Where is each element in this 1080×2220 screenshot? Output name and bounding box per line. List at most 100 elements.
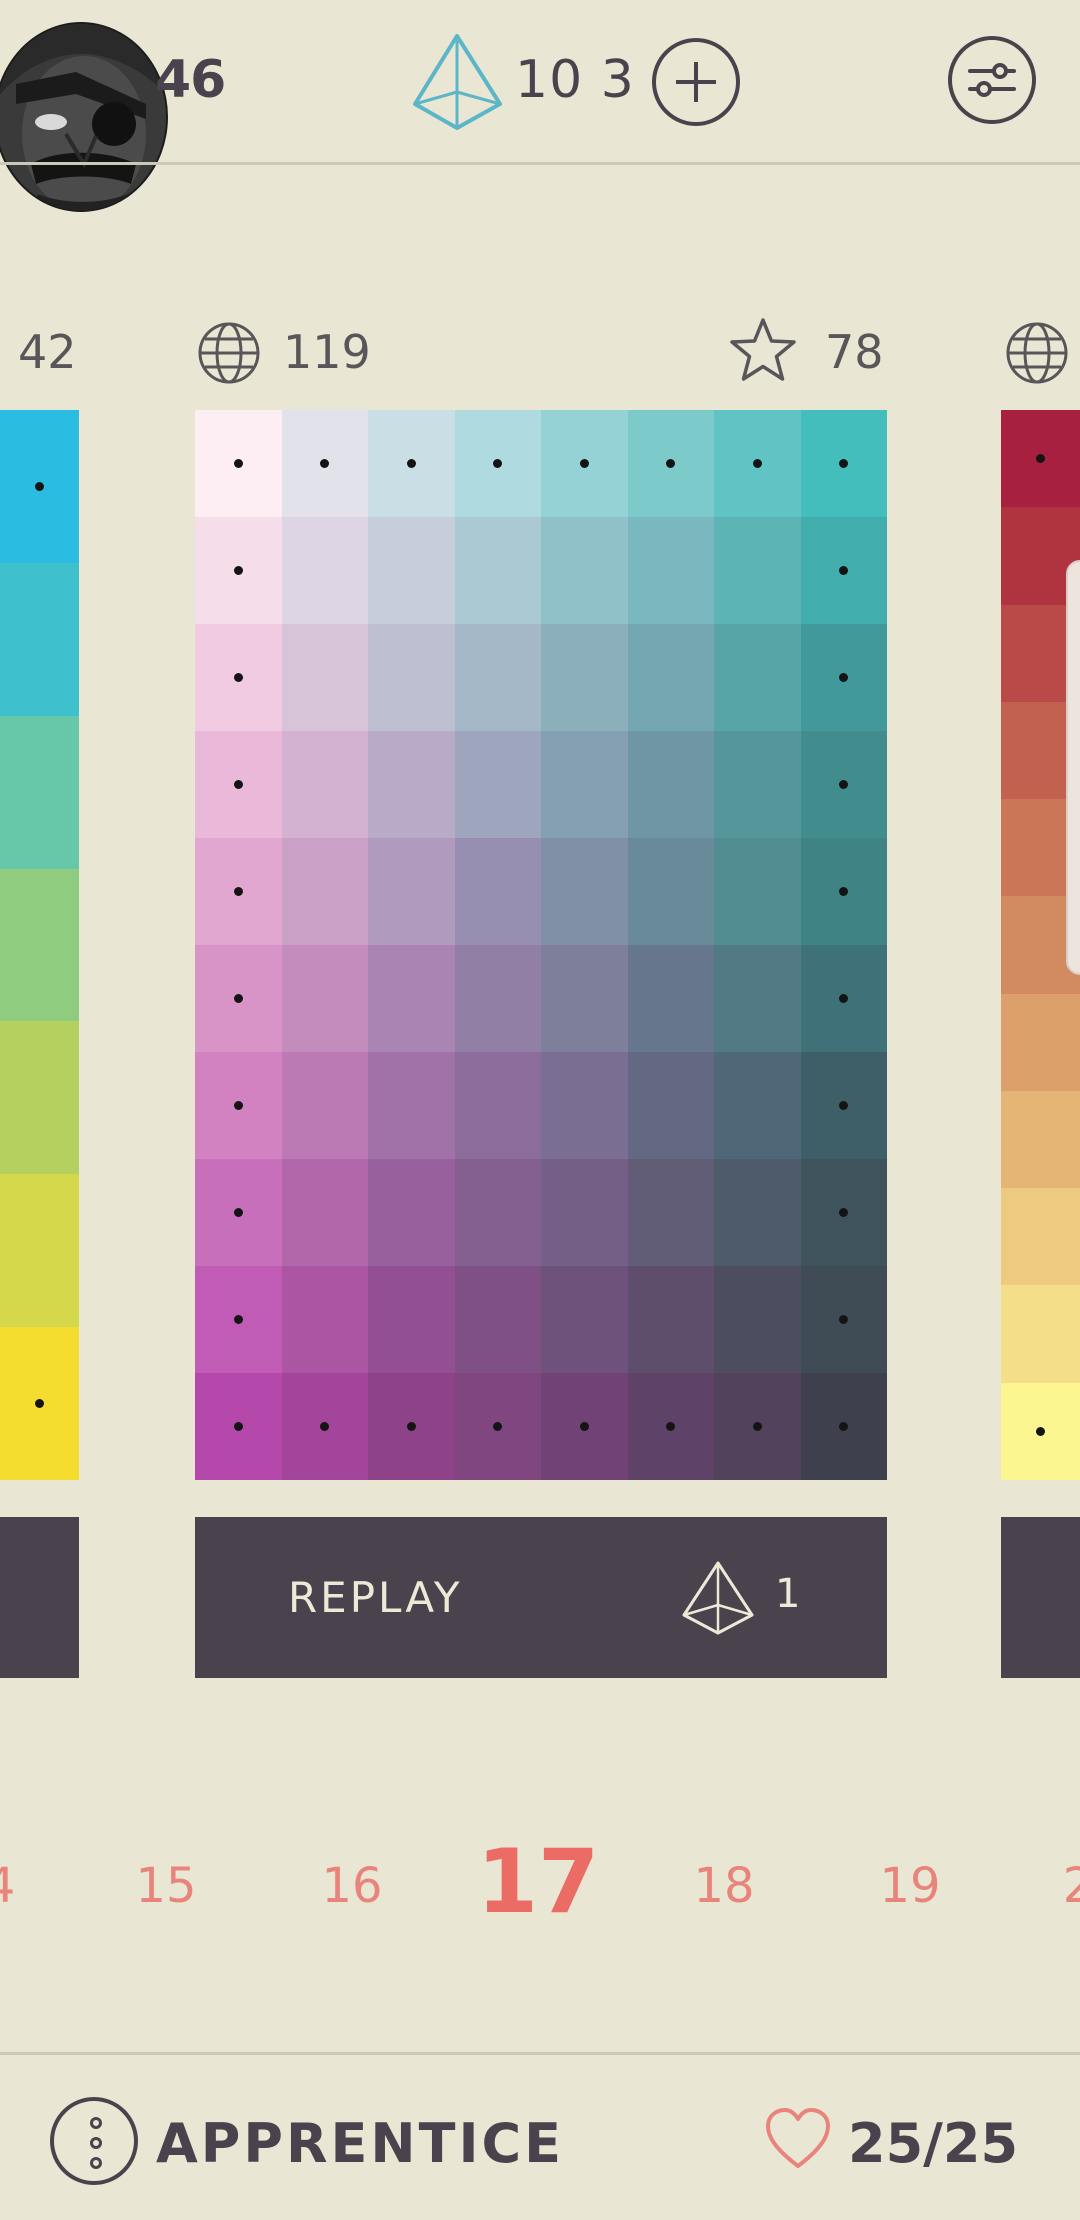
level-picker[interactable]: 4 15 16 17 18 19 2 [0, 1830, 1080, 1940]
grid-tile[interactable] [800, 1266, 887, 1373]
side-panel-handle[interactable] [1066, 560, 1080, 975]
grid-tile[interactable] [368, 1266, 455, 1373]
grid-tile[interactable] [800, 1052, 887, 1159]
grid-tile[interactable] [368, 517, 455, 624]
grid-tile[interactable] [541, 731, 628, 838]
level-number[interactable]: 19 [879, 1858, 940, 1914]
grid-tile[interactable] [368, 1052, 455, 1159]
grid-tile[interactable] [800, 731, 887, 838]
grid-tile[interactable] [195, 410, 282, 517]
grid-tile[interactable] [714, 838, 801, 945]
grid-tile[interactable] [800, 945, 887, 1052]
previous-level-action-bar[interactable] [0, 1517, 79, 1678]
grid-tile[interactable] [454, 410, 541, 517]
grid-tile[interactable] [714, 1052, 801, 1159]
grid-tile[interactable] [454, 1052, 541, 1159]
grid-tile[interactable] [541, 1266, 628, 1373]
grid-tile[interactable] [281, 1373, 368, 1480]
grid-tile[interactable] [627, 838, 714, 945]
grid-tile[interactable] [800, 517, 887, 624]
level-number[interactable]: 16 [321, 1858, 382, 1914]
grid-tile[interactable] [195, 1052, 282, 1159]
grid-tile[interactable] [368, 410, 455, 517]
grid-tile[interactable] [800, 410, 887, 517]
grid-tile[interactable] [541, 1052, 628, 1159]
grid-tile[interactable] [541, 945, 628, 1052]
grid-tile[interactable] [627, 1266, 714, 1373]
grid-tile[interactable] [714, 1159, 801, 1266]
grid-tile[interactable] [454, 838, 541, 945]
level-number[interactable]: 18 [693, 1858, 754, 1914]
level-number[interactable]: 15 [135, 1858, 196, 1914]
grid-tile[interactable] [627, 1373, 714, 1480]
grid-tile[interactable] [195, 624, 282, 731]
settings-button[interactable] [948, 36, 1036, 124]
grid-tile[interactable] [281, 1052, 368, 1159]
grid-tile[interactable] [368, 624, 455, 731]
grid-tile[interactable] [800, 1373, 887, 1480]
grid-tile[interactable] [368, 838, 455, 945]
level-color-grid[interactable] [195, 410, 887, 1480]
grid-tile[interactable] [714, 624, 801, 731]
grid-tile[interactable] [627, 731, 714, 838]
grid-tile[interactable] [454, 731, 541, 838]
grid-tile[interactable] [454, 517, 541, 624]
grid-tile[interactable] [281, 945, 368, 1052]
grid-tile[interactable] [627, 624, 714, 731]
grid-tile[interactable] [368, 731, 455, 838]
grid-tile[interactable] [627, 1052, 714, 1159]
grid-tile[interactable] [627, 410, 714, 517]
grid-tile[interactable] [800, 624, 887, 731]
grid-tile[interactable] [541, 838, 628, 945]
grid-tile[interactable] [541, 1159, 628, 1266]
grid-tile[interactable] [281, 838, 368, 945]
grid-tile[interactable] [714, 1266, 801, 1373]
grid-tile[interactable] [800, 1159, 887, 1266]
add-gems-button[interactable] [652, 38, 740, 126]
previous-level-card[interactable] [0, 410, 79, 1481]
grid-tile[interactable] [195, 517, 282, 624]
grid-tile[interactable] [454, 1266, 541, 1373]
grid-tile[interactable] [714, 945, 801, 1052]
grid-tile[interactable] [195, 1266, 282, 1373]
replay-button[interactable]: REPLAY 1 [195, 1517, 887, 1678]
level-number[interactable]: 4 [0, 1858, 15, 1914]
grid-tile[interactable] [195, 945, 282, 1052]
star-icon[interactable] [728, 315, 798, 385]
grid-tile[interactable] [368, 945, 455, 1052]
grid-tile[interactable] [541, 624, 628, 731]
grid-tile[interactable] [800, 838, 887, 945]
grid-tile[interactable] [195, 731, 282, 838]
grid-tile[interactable] [714, 517, 801, 624]
player-avatar[interactable] [0, 24, 166, 210]
grid-tile[interactable] [281, 624, 368, 731]
grid-tile[interactable] [454, 945, 541, 1052]
grid-tile[interactable] [627, 517, 714, 624]
level-number[interactable]: 2 [1063, 1858, 1080, 1914]
grid-tile[interactable] [454, 1159, 541, 1266]
grid-tile[interactable] [714, 1373, 801, 1480]
grid-tile[interactable] [541, 1373, 628, 1480]
grid-tile[interactable] [541, 410, 628, 517]
grid-tile[interactable] [714, 731, 801, 838]
grid-tile[interactable] [281, 731, 368, 838]
grid-tile[interactable] [627, 1159, 714, 1266]
grid-tile[interactable] [541, 517, 628, 624]
grid-tile[interactable] [195, 1373, 282, 1480]
grid-tile[interactable] [454, 624, 541, 731]
current-level-number[interactable]: 17 [477, 1830, 599, 1933]
grid-tile[interactable] [281, 410, 368, 517]
grid-tile[interactable] [281, 517, 368, 624]
fixed-tile-dot-icon [320, 1422, 330, 1431]
grid-tile[interactable] [281, 1159, 368, 1266]
grid-tile[interactable] [195, 838, 282, 945]
grid-tile[interactable] [368, 1373, 455, 1480]
grid-tile[interactable] [714, 410, 801, 517]
grid-tile[interactable] [368, 1159, 455, 1266]
grid-tile[interactable] [627, 945, 714, 1052]
grid-tile[interactable] [281, 1266, 368, 1373]
menu-button[interactable] [50, 2097, 138, 2185]
grid-tile[interactable] [454, 1373, 541, 1480]
grid-tile[interactable] [195, 1159, 282, 1266]
next-level-action-bar[interactable] [1001, 1517, 1080, 1678]
